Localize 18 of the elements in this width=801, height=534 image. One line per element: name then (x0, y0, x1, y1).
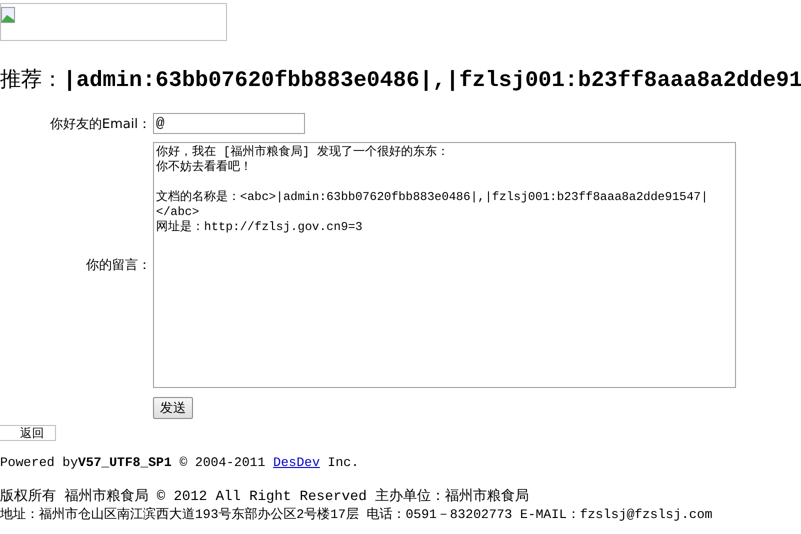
message-line: </abc> (156, 205, 200, 220)
address-text: 地址：福州市仓山区南江滨西大道193号东部办公区2号楼17层 电话：0591－83202773 E-MAIL：fzslsj@fzslsj.com (0, 506, 712, 523)
copyright-text: 版权所有 福州市粮食局 © 2012 All Right Reserved 主办单位：福州市粮食局 (0, 487, 530, 505)
email-field[interactable]: @ (153, 113, 305, 134)
message-label: 你的留言： (86, 257, 151, 274)
heading-label: 推荐： (0, 66, 63, 93)
email-label: 你好友的Email： (50, 116, 151, 132)
powered-by-text: Powered byV57_UTF8_SP1 © 2004-2011 (0, 455, 266, 470)
message-line: 你不妨去看看吧！ (156, 160, 252, 175)
powered-by-suffix: Inc. (326, 455, 359, 470)
broken-image-icon (1, 7, 15, 23)
message-field[interactable]: 你好，我在 [福州市粮食局] 发现了一个很好的东东： 你不妨去看看吧！ 文档的名称是：<abc>|admin:63bb07620fbb883e0486|,|fzlsj001:b23ff8aaa8a2dde91547| </abc> 网址是：http://fzlsj.gov.cn9=3 (153, 142, 736, 388)
message-line: 网址是：http://fzlsj.gov.cn9=3 (156, 220, 362, 235)
message-line: 你好，我在 [福州市粮食局] 发现了一个很好的东东： (156, 145, 449, 160)
back-link[interactable]: 返回 (0, 425, 56, 441)
message-line: 文档的名称是：<abc>|admin:63bb07620fbb883e0486|,|fzlsj001:b23ff8aaa8a2dde91547| (156, 190, 708, 205)
company-link[interactable]: DesDev (273, 455, 320, 470)
send-button[interactable]: 发送 (153, 397, 193, 419)
